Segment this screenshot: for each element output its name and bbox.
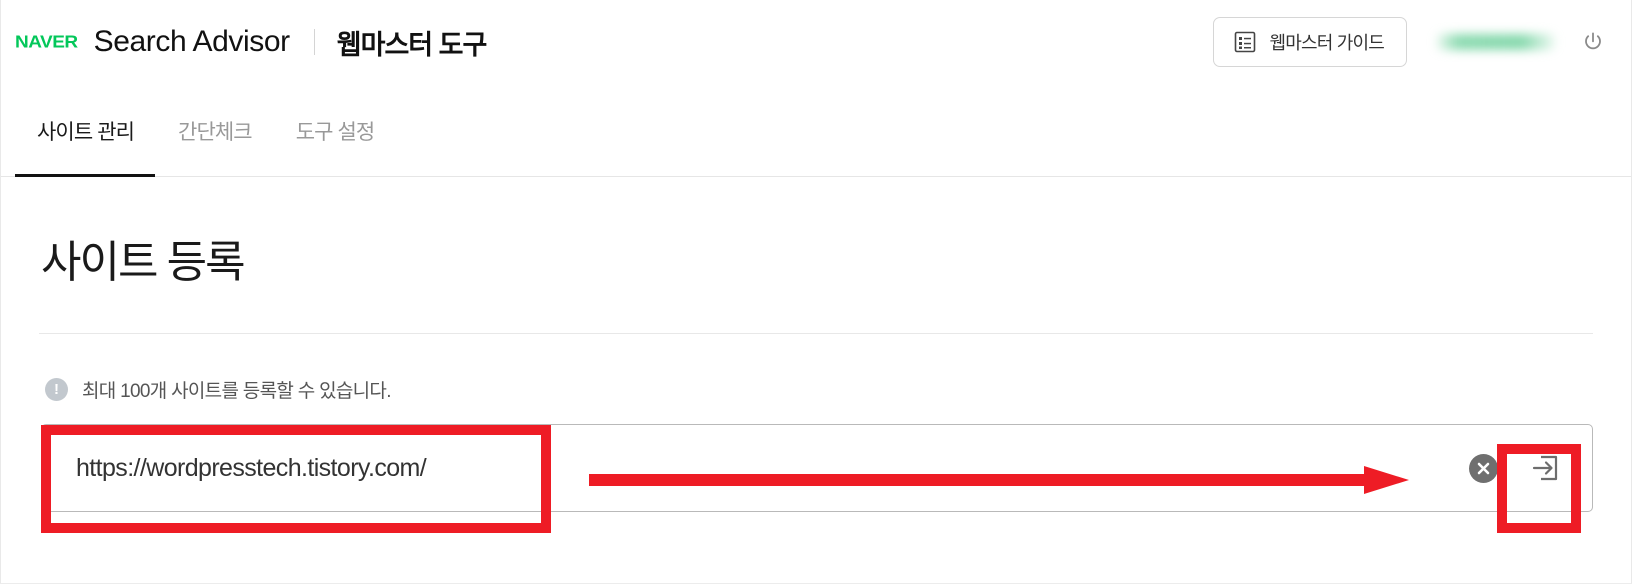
notice-text: 최대 100개 사이트를 등록할 수 있습니다. — [82, 381, 391, 403]
info-icon: ! — [45, 378, 68, 402]
brand-area[interactable]: NAVER Search Advisor 웹마스터 도구 — [15, 0, 488, 84]
tab-simple-check[interactable]: 간단체크 — [156, 84, 274, 177]
webmaster-guide-label: 웹마스터 가이드 — [1269, 33, 1384, 53]
power-icon[interactable] — [1581, 30, 1605, 54]
close-circle-icon[interactable] — [1469, 453, 1498, 483]
naver-logo: NAVER — [15, 32, 78, 53]
notice-row: ! 최대 100개 사이트를 등록할 수 있습니다. — [45, 376, 1593, 403]
main-content: 사이트 등록 ! 최대 100개 사이트를 등록할 수 있습니다. — [1, 238, 1631, 513]
tab-tool-settings[interactable]: 도구 설정 — [274, 84, 397, 177]
header-actions: 웹마스터 가이드 — [1213, 17, 1605, 67]
tab-site-management[interactable]: 사이트 관리 — [15, 84, 156, 177]
submit-url-button[interactable] — [1522, 445, 1568, 491]
page-root: NAVER Search Advisor 웹마스터 도구 웹마스터 가이드 사이… — [0, 0, 1632, 584]
app-header: NAVER Search Advisor 웹마스터 도구 웹마스터 가이드 — [1, 0, 1631, 84]
site-url-row — [41, 424, 1593, 513]
page-title: 사이트 등록 — [41, 238, 246, 287]
webmaster-guide-button[interactable]: 웹마스터 가이드 — [1213, 17, 1407, 67]
title-divider — [39, 333, 1593, 335]
brand-title: Search Advisor — [93, 25, 291, 58]
list-document-icon — [1234, 31, 1256, 53]
user-name — [1437, 34, 1555, 50]
brand-divider — [313, 29, 315, 55]
enter-arrow-icon — [1532, 456, 1558, 481]
user-area[interactable] — [1437, 30, 1605, 54]
site-url-input[interactable] — [42, 425, 1469, 512]
brand-subtitle: 웹마스터 도구 — [336, 29, 488, 60]
main-tabs: 사이트 관리 간단체크 도구 설정 — [1, 84, 1631, 177]
